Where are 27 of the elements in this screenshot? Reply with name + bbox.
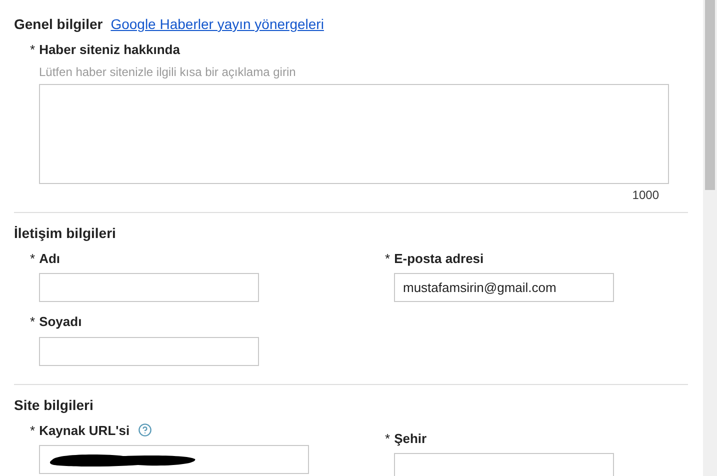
required-mark: * — [30, 250, 36, 268]
field-label: Haber siteniz hakkında — [39, 41, 180, 59]
required-mark: * — [30, 422, 36, 440]
field-label: Adı — [39, 250, 60, 268]
field-hint: Lütfen haber sitenizle ilgili kısa bir açıklama girin — [39, 64, 297, 80]
field-label: Kaynak URL'si — [39, 422, 130, 440]
description-field[interactable] — [39, 84, 669, 184]
character-counter: 1000 — [632, 186, 659, 204]
url-field[interactable] — [39, 445, 309, 474]
required-mark: * — [385, 430, 390, 448]
required-mark: * — [30, 313, 36, 331]
section-title: İletişim bilgileri — [14, 224, 116, 243]
section-title: Site bilgileri — [14, 396, 94, 415]
field-label: E-posta adresi — [394, 250, 484, 268]
field-label: Şehir — [394, 430, 427, 448]
text-field[interactable] — [39, 273, 259, 302]
text-field[interactable]: mustafamsirin@gmail.com — [394, 273, 614, 302]
required-mark: * — [385, 250, 390, 268]
text-field[interactable] — [39, 336, 259, 366]
guidelines-link[interactable]: Google Haberler yayın yönergeleri — [110, 14, 324, 35]
scrollbar-thumb[interactable] — [705, 0, 715, 190]
required-mark: * — [30, 41, 36, 59]
scrollbar[interactable] — [703, 0, 717, 476]
section-title: Genel bilgiler — [14, 15, 103, 34]
help-icon[interactable] — [138, 423, 152, 438]
field-label: Soyadı — [39, 313, 82, 331]
text-field[interactable] — [394, 453, 614, 476]
